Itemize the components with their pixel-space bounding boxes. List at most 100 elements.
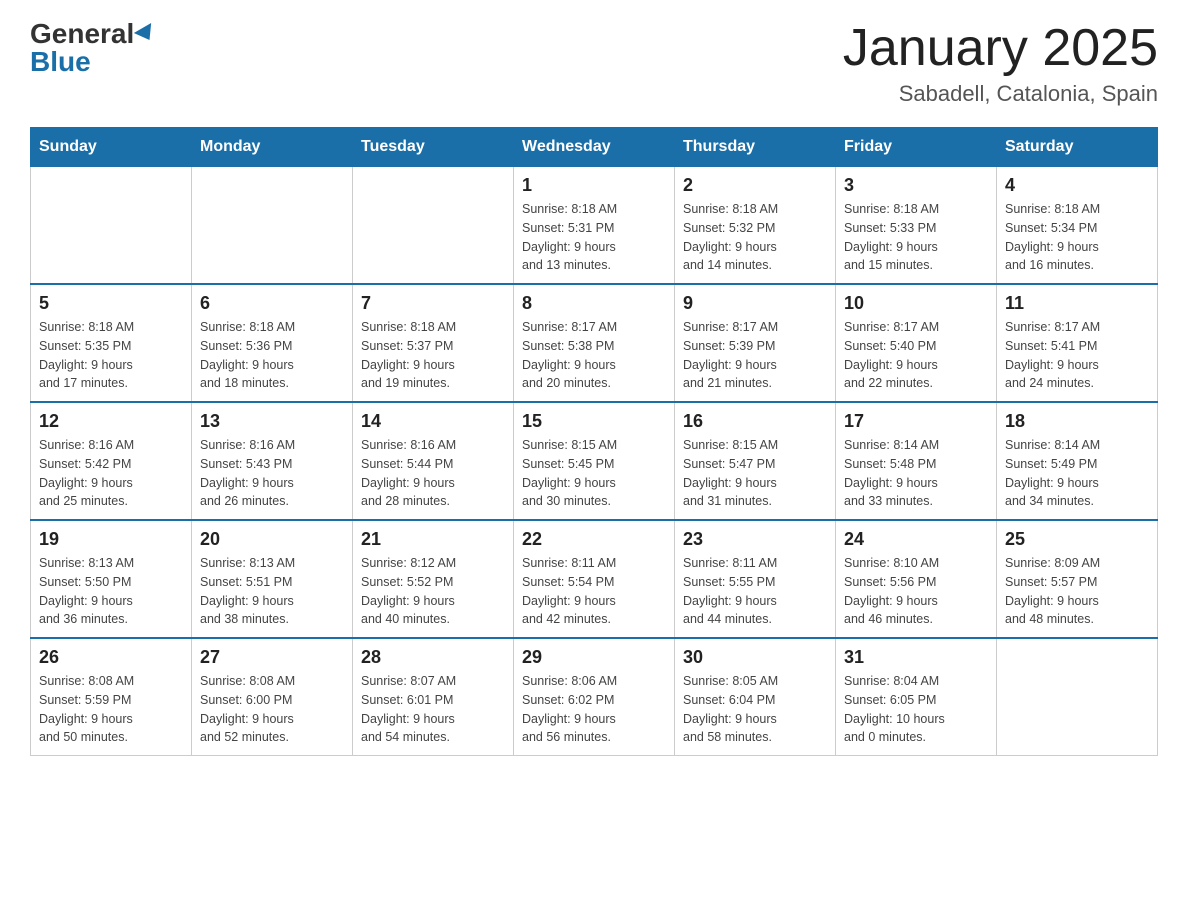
calendar-table: SundayMondayTuesdayWednesdayThursdayFrid… — [30, 127, 1158, 756]
weekday-header-friday: Friday — [836, 128, 997, 167]
day-number: 5 — [39, 293, 183, 314]
day-number: 2 — [683, 175, 827, 196]
calendar-cell: 25 Sunrise: 8:09 AM Sunset: 5:57 PM Dayli… — [997, 520, 1158, 638]
weekday-header-monday: Monday — [192, 128, 353, 167]
calendar-week-row: 19Sunrise: 8:13 AM Sunset: 5:50 PM Dayli… — [31, 520, 1158, 638]
day-sun-info: Sunrise: 8:11 AM Sunset: 5:54 PM Dayligh… — [522, 554, 666, 629]
day-sun-info: Sunrise: 8:16 AM Sunset: 5:44 PM Dayligh… — [361, 436, 505, 511]
day-number: 23 — [683, 529, 827, 550]
day-number: 10 — [844, 293, 988, 314]
calendar-cell: 31 Sunrise: 8:04 AM Sunset: 6:05 PM Dayli… — [836, 638, 997, 756]
calendar-cell: 15Sunrise: 8:15 AM Sunset: 5:45 PM Dayli… — [514, 402, 675, 520]
day-number: 15 — [522, 411, 666, 432]
day-sun-info: Sunrise: 8:14 AM Sunset: 5:49 PM Dayligh… — [1005, 436, 1149, 511]
day-number: 30 — [683, 647, 827, 668]
logo-arrow-icon — [134, 23, 158, 45]
location-subtitle: Sabadell, Catalonia, Spain — [843, 81, 1158, 107]
calendar-cell: 24Sunrise: 8:10 AM Sunset: 5:56 PM Dayli… — [836, 520, 997, 638]
calendar-cell: 23 Sunrise: 8:11 AM Sunset: 5:55 PM Dayli… — [675, 520, 836, 638]
calendar-cell: 29Sunrise: 8:06 AM Sunset: 6:02 PM Dayli… — [514, 638, 675, 756]
day-number: 27 — [200, 647, 344, 668]
day-number: 4 — [1005, 175, 1149, 196]
calendar-week-row: 26 Sunrise: 8:08 AM Sunset: 5:59 PM Dayli… — [31, 638, 1158, 756]
day-number: 22 — [522, 529, 666, 550]
day-sun-info: Sunrise: 8:05 AM Sunset: 6:04 PM Dayligh… — [683, 672, 827, 747]
calendar-cell: 30 Sunrise: 8:05 AM Sunset: 6:04 PM Dayli… — [675, 638, 836, 756]
calendar-week-row: 12 Sunrise: 8:16 AM Sunset: 5:42 PM Dayli… — [31, 402, 1158, 520]
day-number: 31 — [844, 647, 988, 668]
weekday-header-sunday: Sunday — [31, 128, 192, 167]
title-block: January 2025 Sabadell, Catalonia, Spain — [843, 20, 1158, 107]
calendar-cell: 12 Sunrise: 8:16 AM Sunset: 5:42 PM Dayli… — [31, 402, 192, 520]
calendar-cell — [31, 167, 192, 285]
day-sun-info: Sunrise: 8:17 AM Sunset: 5:41 PM Dayligh… — [1005, 318, 1149, 393]
day-number: 3 — [844, 175, 988, 196]
calendar-cell: 1Sunrise: 8:18 AM Sunset: 5:31 PM Daylig… — [514, 167, 675, 285]
day-sun-info: Sunrise: 8:06 AM Sunset: 6:02 PM Dayligh… — [522, 672, 666, 747]
day-sun-info: Sunrise: 8:09 AM Sunset: 5:57 PM Dayligh… — [1005, 554, 1149, 629]
day-number: 17 — [844, 411, 988, 432]
day-sun-info: Sunrise: 8:14 AM Sunset: 5:48 PM Dayligh… — [844, 436, 988, 511]
calendar-cell: 7Sunrise: 8:18 AM Sunset: 5:37 PM Daylig… — [353, 284, 514, 402]
day-sun-info: Sunrise: 8:04 AM Sunset: 6:05 PM Dayligh… — [844, 672, 988, 747]
day-number: 19 — [39, 529, 183, 550]
calendar-cell: 2Sunrise: 8:18 AM Sunset: 5:32 PM Daylig… — [675, 167, 836, 285]
day-number: 13 — [200, 411, 344, 432]
day-sun-info: Sunrise: 8:15 AM Sunset: 5:47 PM Dayligh… — [683, 436, 827, 511]
calendar-cell: 26 Sunrise: 8:08 AM Sunset: 5:59 PM Dayli… — [31, 638, 192, 756]
calendar-cell: 8 Sunrise: 8:17 AM Sunset: 5:38 PM Daylig… — [514, 284, 675, 402]
calendar-cell: 22 Sunrise: 8:11 AM Sunset: 5:54 PM Dayli… — [514, 520, 675, 638]
calendar-cell — [192, 167, 353, 285]
logo: General Blue — [30, 20, 156, 76]
day-number: 25 — [1005, 529, 1149, 550]
calendar-cell: 13Sunrise: 8:16 AM Sunset: 5:43 PM Dayli… — [192, 402, 353, 520]
day-sun-info: Sunrise: 8:18 AM Sunset: 5:37 PM Dayligh… — [361, 318, 505, 393]
calendar-header-row: SundayMondayTuesdayWednesdayThursdayFrid… — [31, 128, 1158, 167]
calendar-cell: 10 Sunrise: 8:17 AM Sunset: 5:40 PM Dayli… — [836, 284, 997, 402]
calendar-week-row: 5 Sunrise: 8:18 AM Sunset: 5:35 PM Daylig… — [31, 284, 1158, 402]
day-sun-info: Sunrise: 8:18 AM Sunset: 5:34 PM Dayligh… — [1005, 200, 1149, 275]
weekday-header-tuesday: Tuesday — [353, 128, 514, 167]
day-number: 18 — [1005, 411, 1149, 432]
day-sun-info: Sunrise: 8:16 AM Sunset: 5:42 PM Dayligh… — [39, 436, 183, 511]
calendar-cell — [353, 167, 514, 285]
calendar-cell: 20Sunrise: 8:13 AM Sunset: 5:51 PM Dayli… — [192, 520, 353, 638]
day-sun-info: Sunrise: 8:10 AM Sunset: 5:56 PM Dayligh… — [844, 554, 988, 629]
calendar-cell: 6Sunrise: 8:18 AM Sunset: 5:36 PM Daylig… — [192, 284, 353, 402]
calendar-cell: 5 Sunrise: 8:18 AM Sunset: 5:35 PM Daylig… — [31, 284, 192, 402]
day-number: 14 — [361, 411, 505, 432]
day-number: 8 — [522, 293, 666, 314]
weekday-header-wednesday: Wednesday — [514, 128, 675, 167]
calendar-cell: 3Sunrise: 8:18 AM Sunset: 5:33 PM Daylig… — [836, 167, 997, 285]
day-sun-info: Sunrise: 8:12 AM Sunset: 5:52 PM Dayligh… — [361, 554, 505, 629]
calendar-cell: 11 Sunrise: 8:17 AM Sunset: 5:41 PM Dayli… — [997, 284, 1158, 402]
calendar-week-row: 1Sunrise: 8:18 AM Sunset: 5:31 PM Daylig… — [31, 167, 1158, 285]
calendar-cell: 17 Sunrise: 8:14 AM Sunset: 5:48 PM Dayli… — [836, 402, 997, 520]
day-number: 11 — [1005, 293, 1149, 314]
day-sun-info: Sunrise: 8:11 AM Sunset: 5:55 PM Dayligh… — [683, 554, 827, 629]
month-title: January 2025 — [843, 20, 1158, 77]
day-number: 21 — [361, 529, 505, 550]
day-number: 9 — [683, 293, 827, 314]
calendar-cell: 9Sunrise: 8:17 AM Sunset: 5:39 PM Daylig… — [675, 284, 836, 402]
logo-blue-text: Blue — [30, 48, 91, 76]
calendar-cell: 28Sunrise: 8:07 AM Sunset: 6:01 PM Dayli… — [353, 638, 514, 756]
calendar-cell: 14 Sunrise: 8:16 AM Sunset: 5:44 PM Dayli… — [353, 402, 514, 520]
weekday-header-thursday: Thursday — [675, 128, 836, 167]
day-number: 16 — [683, 411, 827, 432]
day-sun-info: Sunrise: 8:17 AM Sunset: 5:40 PM Dayligh… — [844, 318, 988, 393]
calendar-cell — [997, 638, 1158, 756]
day-sun-info: Sunrise: 8:17 AM Sunset: 5:38 PM Dayligh… — [522, 318, 666, 393]
day-sun-info: Sunrise: 8:18 AM Sunset: 5:31 PM Dayligh… — [522, 200, 666, 275]
day-sun-info: Sunrise: 8:13 AM Sunset: 5:51 PM Dayligh… — [200, 554, 344, 629]
calendar-cell: 27 Sunrise: 8:08 AM Sunset: 6:00 PM Dayli… — [192, 638, 353, 756]
day-sun-info: Sunrise: 8:08 AM Sunset: 6:00 PM Dayligh… — [200, 672, 344, 747]
day-number: 12 — [39, 411, 183, 432]
calendar-cell: 21 Sunrise: 8:12 AM Sunset: 5:52 PM Dayli… — [353, 520, 514, 638]
day-number: 6 — [200, 293, 344, 314]
day-sun-info: Sunrise: 8:08 AM Sunset: 5:59 PM Dayligh… — [39, 672, 183, 747]
page-header: General Blue January 2025 Sabadell, Cata… — [30, 20, 1158, 107]
day-sun-info: Sunrise: 8:18 AM Sunset: 5:35 PM Dayligh… — [39, 318, 183, 393]
day-number: 26 — [39, 647, 183, 668]
calendar-cell: 4 Sunrise: 8:18 AM Sunset: 5:34 PM Daylig… — [997, 167, 1158, 285]
